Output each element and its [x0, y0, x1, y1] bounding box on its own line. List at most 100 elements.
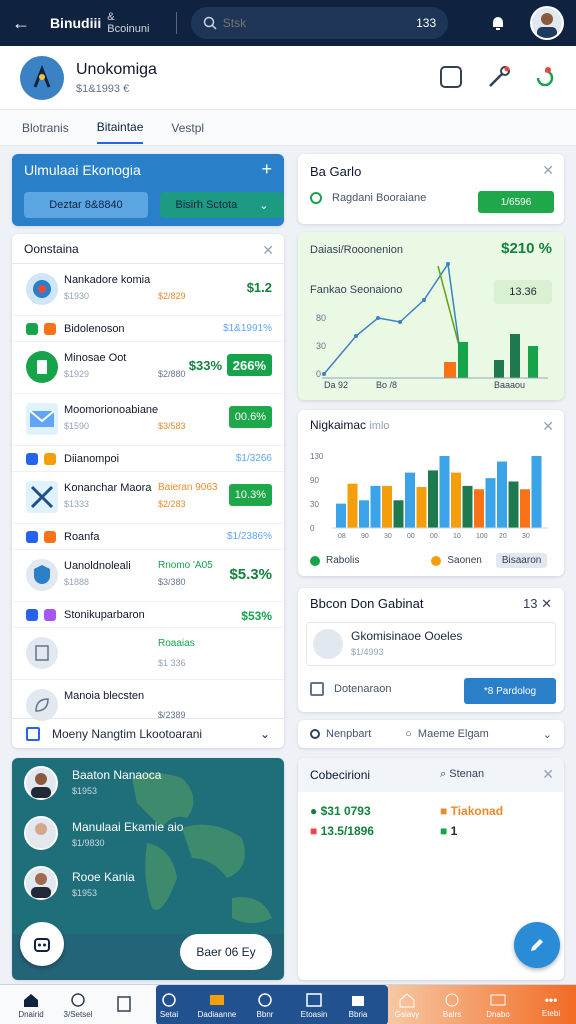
wallet-icon[interactable]: Dnabo — [484, 985, 512, 1024]
mail-icon — [26, 403, 58, 435]
summary-button[interactable]: 1/6596 — [478, 191, 554, 213]
chevron-down-icon[interactable]: ⌄ — [543, 728, 552, 741]
avatar[interactable] — [24, 866, 58, 900]
x-tick-label: 20 — [499, 533, 507, 540]
data-point — [322, 372, 326, 376]
bell-icon[interactable] — [486, 11, 510, 35]
bottom-nav-label: Bbria — [348, 1009, 368, 1019]
check-icon[interactable] — [26, 531, 38, 543]
tools-icon[interactable] — [486, 64, 512, 90]
legend-dot — [310, 555, 320, 566]
bar — [451, 472, 461, 528]
minus-circle-icon[interactable]: Bbnr — [254, 985, 276, 1024]
search-bar[interactable]: 133 — [190, 7, 449, 39]
calendar-icon — [26, 726, 40, 741]
cabinet-item[interactable]: Gkomisinaoe Ooeles $1/4993 — [306, 622, 556, 666]
list-item[interactable]: Minosae Oot $1929 $2/880 $33% 266% — [12, 342, 284, 394]
search-input[interactable] — [222, 16, 417, 30]
map-card[interactable]: Baaton Nanaoca $1953 Manulaai Ekamie aio… — [12, 758, 284, 980]
bar — [405, 472, 415, 528]
close-icon[interactable]: ✕ — [262, 242, 274, 259]
simulation-title: Ulmulaai Ekonogia — [24, 162, 141, 178]
app-subtitle: & Bcoinuni — [107, 11, 150, 35]
check-icon[interactable] — [26, 453, 38, 465]
bottom-nav-label: Dadiaanne — [197, 1009, 237, 1019]
list-item[interactable]: Bidolenoson $1&1991% — [12, 316, 284, 342]
x-tick-label: Da 92 — [324, 380, 348, 390]
avatar[interactable] — [24, 816, 58, 850]
wallet-icon[interactable]: Dadiaanne — [198, 985, 236, 1024]
bar-chart-legend: Rabolis Saonen Bisaaron — [310, 553, 548, 568]
list-item[interactable]: $1 336 Roaaias — [12, 628, 284, 680]
filter-icon — [313, 629, 343, 659]
x-tick-label: 90 — [361, 533, 369, 540]
collection-search-label[interactable]: Stenan — [449, 768, 484, 780]
avatar[interactable] — [24, 766, 58, 800]
home-icon[interactable]: Dnairid — [14, 985, 48, 1024]
summary-title: Ba Garlo — [310, 164, 362, 179]
segment-b[interactable]: Maeme Elgam — [418, 728, 489, 740]
play-icon[interactable]: Setai — [156, 985, 182, 1024]
radio-icon[interactable] — [310, 729, 320, 739]
list-footer[interactable]: Moeny Nangtim Lkootoarani ⌄ — [12, 718, 284, 748]
bag-icon[interactable]: Bbria — [346, 985, 370, 1024]
list-item-sub: $1888 — [64, 577, 90, 587]
list-item[interactable]: Diianompoi $1/3266 — [12, 446, 284, 472]
close-icon[interactable]: ✕ — [541, 596, 552, 611]
cabinet-button[interactable]: *8 Pardolog — [464, 678, 556, 704]
check-icon[interactable] — [26, 609, 38, 621]
bar — [462, 485, 473, 528]
simulation-primary-button[interactable]: Deztar 8&8840 — [24, 192, 148, 218]
list-item[interactable]: Nankadore komia $1930 $2/829 $1.2 — [12, 264, 284, 316]
cabinet-item-title: Gkomisinaoe Ooeles — [351, 629, 463, 643]
chart-icon[interactable]: 3/Setsel — [58, 985, 98, 1024]
list-item[interactable]: Konanchar Maora $1333 $2/283 Baieran 906… — [12, 472, 284, 524]
image-icon[interactable]: Etoasin — [298, 985, 330, 1024]
collection-value-1: $31 0793 — [320, 804, 371, 818]
bar — [347, 483, 358, 528]
segment-a[interactable]: Nenpbart — [326, 728, 371, 740]
chevron-down-icon: ⌄ — [259, 199, 269, 212]
list-item[interactable]: Uanoldnoleali $1888 $3/380 Rnomo 'A05 $5… — [12, 550, 284, 602]
x-tick-label: 30 — [522, 533, 530, 540]
clock-icon[interactable]: Balrs — [440, 985, 464, 1024]
collection-value-4: 1 — [450, 824, 458, 838]
home-icon[interactable]: Gsiavy — [394, 985, 420, 1024]
more-icon[interactable]: ••• Etebi — [538, 985, 564, 1024]
edit-fab-icon[interactable] — [514, 922, 560, 968]
data-point — [376, 316, 380, 320]
map-action-button[interactable]: Baer 06 Ey — [180, 934, 272, 970]
simulation-secondary-button[interactable]: Bisirh Sctota ⌄ — [160, 192, 284, 218]
search-count: 133 — [416, 16, 437, 30]
tab-bitaintae[interactable]: Bitaintae — [96, 112, 144, 144]
document-icon — [26, 351, 58, 383]
close-icon[interactable]: ✕ — [542, 162, 554, 179]
clipboard-icon[interactable] — [440, 66, 462, 88]
list-item[interactable]: Moomorionoabiane $1590 $3/583 00.6% — [12, 394, 284, 446]
bottom-nav-label: Etoasin — [300, 1009, 328, 1019]
avatar[interactable] — [530, 6, 564, 40]
legend-dot — [431, 555, 442, 566]
refresh-icon[interactable] — [532, 64, 558, 90]
check-icon[interactable] — [26, 323, 38, 335]
document-icon[interactable] — [112, 985, 136, 1024]
list-item[interactable]: Roanfa $1/2386% — [12, 524, 284, 550]
shield-icon — [26, 559, 58, 591]
x-tick-label: 10 — [453, 533, 461, 540]
robot-icon[interactable] — [20, 922, 64, 966]
bar — [416, 487, 427, 528]
close-icon[interactable]: ✕ — [542, 766, 554, 783]
y-tick-label: 0 — [316, 369, 321, 379]
tab-vestpl[interactable]: Vestpl — [171, 113, 204, 143]
bar — [520, 489, 530, 528]
legend-label: Rabolis — [326, 555, 360, 566]
plus-icon[interactable]: + — [261, 159, 272, 180]
line-chart-card: Daiasi/Rooonenion $210 % Fankao Seonaion… — [298, 232, 564, 400]
tab-blotranis[interactable]: Blotranis — [22, 113, 69, 143]
back-arrow-icon[interactable]: ← — [12, 13, 36, 34]
bar — [494, 360, 504, 378]
segment-control: Nenpbart ○ Maeme Elgam ⌄ — [298, 720, 564, 748]
bar — [382, 485, 392, 528]
list-item[interactable]: Stonikuparbaron $53% — [12, 602, 284, 628]
legend-label[interactable]: Bisaaron — [495, 553, 548, 568]
